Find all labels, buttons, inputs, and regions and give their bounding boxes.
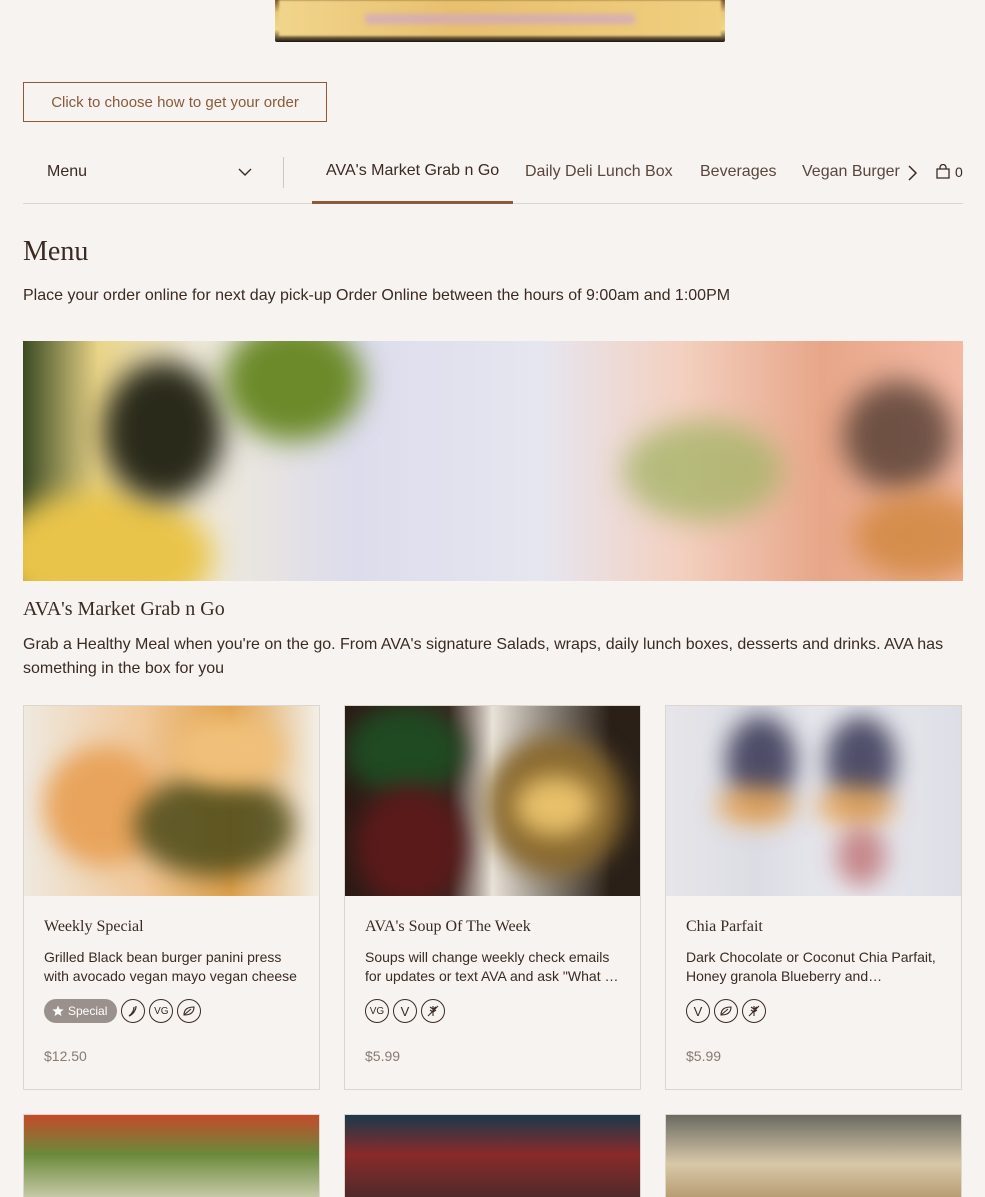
item-title: Chia Parfait <box>686 918 763 935</box>
item-price: $12.50 <box>44 1048 87 1064</box>
chevron-right-icon[interactable] <box>905 164 919 182</box>
item-badges: V <box>686 999 766 1023</box>
vegan-icon: VG <box>365 999 389 1023</box>
gluten-free-icon <box>742 999 766 1023</box>
shopping-bag-icon <box>936 164 950 179</box>
tab-daily-deli-lunch-box[interactable]: Daily Deli Lunch Box <box>525 140 673 204</box>
section-description: Grab a Healthy Meal when you're on the g… <box>23 636 944 677</box>
vegan-icon: VG <box>149 999 174 1023</box>
item-title: Weekly Special <box>44 918 144 935</box>
tab-vegan-burger[interactable]: Vegan Burger <box>802 140 900 204</box>
gluten-free-icon <box>421 999 445 1023</box>
item-price: $5.99 <box>686 1048 722 1064</box>
item-description: Grilled Black bean burger panini press w… <box>44 949 297 988</box>
nav-divider <box>283 157 284 188</box>
cart-count: 0 <box>955 164 963 180</box>
menu-item-card[interactable]: Weekly Special Grilled Black bean burger… <box>23 705 320 1090</box>
menu-item-card[interactable]: AVA's Soup Of The Week Soups will change… <box>344 705 641 1090</box>
item-badges: Special VG <box>44 999 202 1023</box>
menu-dropdown-label: Menu <box>47 163 88 180</box>
item-title: AVA's Soup Of The Week <box>365 918 531 935</box>
hero-image <box>275 0 725 42</box>
menu-navbar: Menu AVA's Market Grab n Go Daily Deli L… <box>23 140 963 204</box>
menu-dropdown[interactable]: Menu <box>23 156 283 188</box>
item-image <box>666 706 961 896</box>
menu-item-card[interactable] <box>344 1114 641 1197</box>
item-image <box>24 706 319 896</box>
star-icon <box>52 1005 64 1016</box>
menu-item-card[interactable]: Chia Parfait Dark Chocolate or Coconut C… <box>665 705 962 1090</box>
menu-item-card[interactable] <box>23 1114 320 1197</box>
section-banner-image <box>23 341 963 581</box>
menu-item-card[interactable] <box>665 1114 962 1197</box>
page-subtitle: Place your order online for next day pic… <box>23 287 731 304</box>
organic-icon <box>177 999 202 1023</box>
cart-button[interactable]: 0 <box>935 162 965 182</box>
tab-avas-market-grab-n-go[interactable]: AVA's Market Grab n Go <box>312 140 514 204</box>
vegetarian-icon: V <box>393 999 417 1023</box>
special-badge: Special <box>44 999 118 1023</box>
tab-beverages[interactable]: Beverages <box>700 140 777 204</box>
item-description: Soups will change weekly check emails fo… <box>365 949 619 984</box>
item-description: Dark Chocolate or Coconut Chia Parfait, … <box>686 949 936 984</box>
vegetarian-icon: V <box>686 999 710 1023</box>
item-price: $5.99 <box>365 1048 401 1064</box>
item-image <box>345 706 640 896</box>
section-title: AVA's Market Grab n Go <box>23 598 225 620</box>
item-badges: VG V <box>365 999 445 1023</box>
page-title: Menu <box>23 236 89 267</box>
spicy-icon <box>121 999 146 1023</box>
organic-icon <box>714 999 738 1023</box>
chevron-down-icon <box>238 168 252 176</box>
fulfillment-button[interactable]: Click to choose how to get your order <box>23 82 327 122</box>
